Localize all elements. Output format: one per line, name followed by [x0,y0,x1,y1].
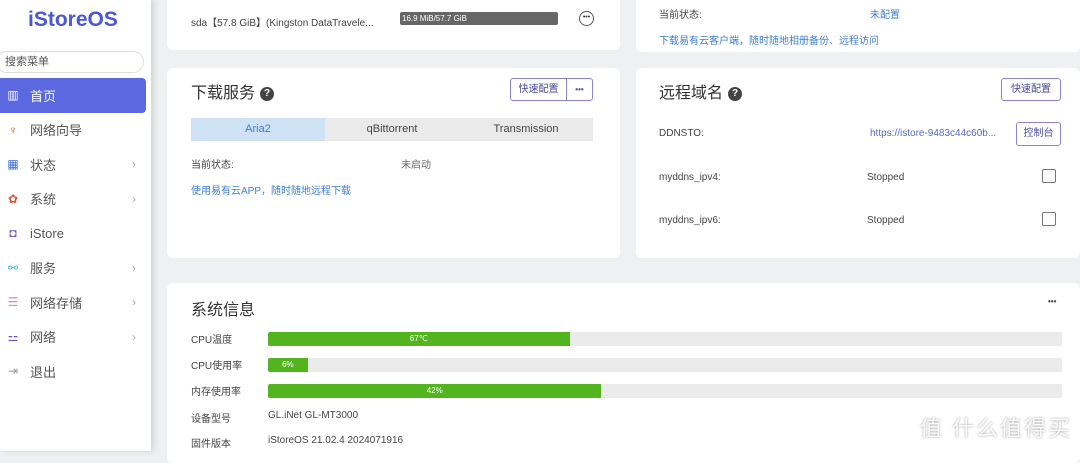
progress-bar: 42% [268,384,1062,398]
chevron-right-icon: › [132,191,136,206]
sidebar-item-label: 系统 [30,192,57,208]
service-icon: ⚯ [7,260,19,275]
sidebar-item-label: 服务 [30,261,57,277]
sidebar-item-label: 首页 [30,88,57,104]
progress-fill: 6% [268,358,308,372]
progress-bar: 67℃ [268,332,1062,346]
store-bag-icon: ◘ [9,226,17,241]
sidebar-item-6[interactable]: ☰ 网络存储 › [0,285,146,320]
storage-icon: ☰ [7,295,19,310]
model-value: GL.iNet GL-MT3000 [268,410,359,421]
firmware-label: 固件版本 [191,439,231,450]
wizard-icon: ♆ [8,122,18,137]
sidebar-item-label: iStore [30,225,64,241]
more-button[interactable]: ••• [566,78,593,101]
disk-name: sda【57.8 GiB】(Kingston DataTravele... [191,18,374,29]
network-icon: ⚍ [7,329,19,344]
sidebar-item-8[interactable]: ⇥ 退出 [0,354,146,389]
search-menu-input[interactable]: 搜索菜单 [0,51,144,73]
cloud-status-label: 当前状态: [659,10,702,21]
cloud-download-link[interactable]: 下载易有云客户端，随时随地相册备份、远程访问 [659,32,879,47]
ddnsto-label: DDNSTO: [659,128,704,139]
sidebar-item-5[interactable]: ⚯ 服务 › [0,251,146,286]
progress-fill: 42% [268,384,602,398]
help-icon[interactable]: ? [260,87,275,101]
sidebar-item-7[interactable]: ⚍ 网络 › [0,320,146,355]
download-title: 下载服务? [191,79,275,103]
ddns-ipv4-label: myddns_ipv4: [659,172,721,183]
chevron-right-icon: › [132,329,136,344]
sidebar-item-label: 状态 [30,157,57,173]
logo: iStoreOS [28,8,118,31]
firmware-value: iStoreOS 21.02.4 2024071916 [268,435,404,446]
sidebar-item-0[interactable]: ▥ 首页 [0,78,146,113]
download-status-value: 未启动 [401,160,431,171]
sidebar-item-label: 网络存储 [30,295,83,311]
sidebar-item-label: 网络向导 [30,123,83,139]
remote-title: 远程域名? [659,79,743,103]
sysinfo-title: 系统信息 [191,302,256,319]
bar-label: 内存使用率 [191,387,241,398]
download-app-link[interactable]: 使用易有云APP，随时随地远程下载 [191,182,351,197]
disk-usage-bar: 16.9 MiB/57.7 GiB [400,12,558,25]
download-status-label: 当前状态: [191,160,234,171]
watermark: 值 什么值得买 [919,416,1072,441]
download-tabs: Aria2 qBittorrent Transmission [191,118,593,141]
sidebar-item-4[interactable]: ◘ iStore [0,216,146,251]
chevron-right-icon: › [132,157,136,172]
more-circle-icon[interactable]: ••• [579,11,594,26]
remote-domain-card: 远程域名? 快速配置 DDNSTO: https://istore-9483c4… [636,68,1080,258]
status-grid-icon: ▦ [7,157,19,172]
nav-menu: ▥ 首页 ♆ 网络向导 ▦ 状态 › ✿ 系统 › ◘ iStore ⚯ 服务 › ☰ 网络存储 › ⚍ 网络 › ⇥ 退出 [0,78,146,389]
chevron-right-icon: › [132,260,136,275]
help-icon[interactable]: ? [728,87,743,101]
console-button[interactable]: 控制台 [1016,122,1061,146]
more-icon[interactable]: ••• [1048,297,1056,306]
bar-label: CPU使用率 [191,361,243,372]
tab-transmission[interactable]: Transmission [459,118,593,141]
cloud-card: 当前状态: 未配置 下载易有云客户端，随时随地相册备份、远程访问 [636,0,1080,52]
disk-card: sda【57.8 GiB】(Kingston DataTravele... 16… [167,0,620,50]
ddns-ipv6-status: Stopped [867,215,905,226]
ddns-ipv4-status: Stopped [867,172,905,183]
sidebar-item-1[interactable]: ♆ 网络向导 [0,113,146,148]
sidebar-item-3[interactable]: ✿ 系统 › [0,182,146,217]
model-label: 设备型号 [191,414,231,425]
gear-icon: ✿ [7,191,19,206]
sidebar: iStoreOS 搜索菜单 ▥ 首页 ♆ 网络向导 ▦ 状态 › ✿ 系统 › ◘ iStore ⚯ 服务… [0,0,151,451]
bar-label: CPU温度 [191,335,233,346]
tab-aria2[interactable]: Aria2 [191,118,325,141]
ddnsto-url-link[interactable]: https://istore-9483c44c60b... [870,128,996,139]
home-icon: ▥ [7,88,19,103]
chevron-right-icon: › [132,295,136,310]
quick-config-button[interactable]: 快速配置 [1001,78,1061,101]
download-service-card: 下载服务? 快速配置 ••• Aria2 qBittorrent Transmiss… [167,68,620,258]
cloud-status-value: 未配置 [870,10,900,21]
quick-config-button[interactable]: 快速配置 [510,78,567,101]
tab-qbittorrent[interactable]: qBittorrent [325,118,459,141]
progress-bar: 6% [268,358,1062,372]
sidebar-item-label: 退出 [30,364,57,380]
edit-icon[interactable] [1042,212,1056,226]
logout-icon: ⇥ [7,364,19,379]
sidebar-item-2[interactable]: ▦ 状态 › [0,147,146,182]
ddns-ipv6-label: myddns_ipv6: [659,215,721,226]
sidebar-item-label: 网络 [30,330,57,346]
edit-icon[interactable] [1042,169,1056,183]
progress-fill: 67℃ [268,332,570,346]
